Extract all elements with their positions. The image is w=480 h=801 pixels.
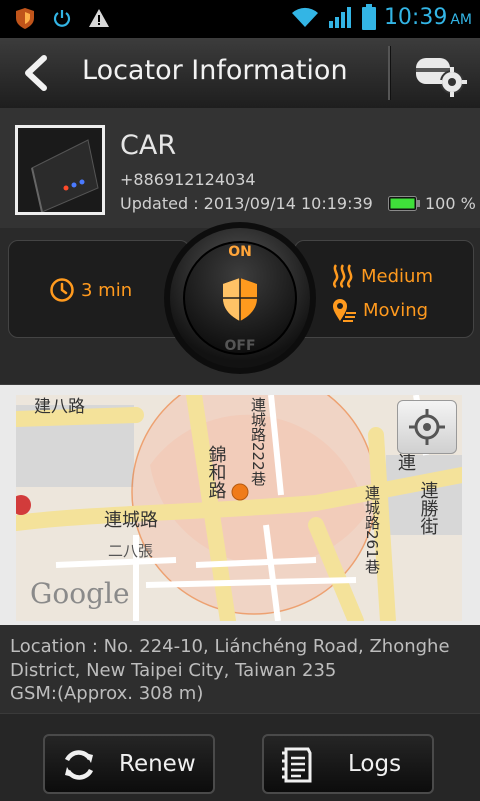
shield-notification-icon	[16, 8, 34, 29]
map-label: 二八張	[108, 542, 153, 560]
page-title: Locator Information	[82, 55, 348, 86]
google-logo: Google	[30, 577, 130, 610]
map-label: 連城路261巷	[363, 485, 381, 574]
moving-pin-icon	[333, 299, 356, 322]
map-label: 建八路	[34, 397, 85, 417]
battery-icon	[388, 196, 420, 211]
device-settings-icon[interactable]	[412, 50, 468, 98]
clock-icon	[50, 278, 74, 302]
device-name: CAR	[120, 130, 177, 161]
on-off-knob[interactable]: ON OFF	[162, 220, 318, 376]
warning-icon	[89, 9, 109, 27]
action-bar: Renew Logs	[0, 713, 480, 801]
status-bar: 10:39 AM	[0, 0, 480, 38]
knob-on-label: ON	[228, 244, 252, 260]
gsm-accuracy: GSM:(Approx. 308 m)	[10, 683, 204, 704]
notebook-icon	[282, 747, 312, 783]
wifi-icon	[291, 7, 318, 27]
power-icon	[53, 10, 71, 27]
map-label: 連	[398, 453, 416, 474]
map-label: 錦和路	[206, 445, 227, 499]
renew-label: Renew	[119, 751, 196, 777]
battery-status-icon	[361, 4, 376, 30]
clock: 10:39 AM	[383, 4, 472, 30]
sensitivity-value: Medium	[361, 265, 433, 287]
last-updated: Updated : 2013/09/14 10:19:39	[120, 194, 373, 213]
signal-icon	[328, 7, 351, 28]
map-label: 連城路	[104, 510, 158, 531]
title-divider	[388, 46, 391, 100]
map-area: 建八路 連城路 二八張 錦和路 連城路222巷 連城路261巷 連勝街 連 Go…	[0, 385, 480, 625]
renew-button[interactable]: Renew	[43, 734, 215, 794]
map-view[interactable]: 建八路 連城路 二八張 錦和路 連城路222巷 連城路261巷 連勝街 連 Go…	[16, 395, 462, 621]
device-phone: +886912124034	[120, 170, 256, 189]
motion-value: Moving	[363, 299, 429, 321]
control-panel: 3 min Medium Moving ON OFF	[0, 222, 480, 385]
map-label: 連城路222巷	[249, 397, 267, 486]
logs-label: Logs	[348, 751, 402, 777]
logs-button[interactable]: Logs	[262, 734, 434, 794]
map-label: 連勝街	[418, 481, 439, 535]
battery-percent: 100 %	[425, 194, 476, 213]
device-thumbnail	[15, 125, 105, 215]
vibration-icon	[332, 264, 353, 289]
location-details: Location : No. 224-10, Liánchéng Road, Z…	[0, 625, 480, 713]
location-address: Location : No. 224-10, Liánchéng Road, Z…	[10, 636, 450, 681]
status-panel: Medium Moving	[294, 240, 474, 338]
device-info: CAR +886912124034 Updated : 2013/09/14 1…	[0, 108, 480, 228]
back-arrow-icon[interactable]	[18, 52, 58, 94]
device-position-marker	[231, 483, 249, 501]
title-bar: Locator Information	[0, 38, 480, 109]
knob-off-label: OFF	[224, 338, 255, 354]
interval-value: 3 min	[81, 279, 133, 301]
my-location-button[interactable]	[397, 400, 457, 454]
refresh-icon	[64, 750, 94, 780]
crosshair-icon	[409, 409, 445, 445]
